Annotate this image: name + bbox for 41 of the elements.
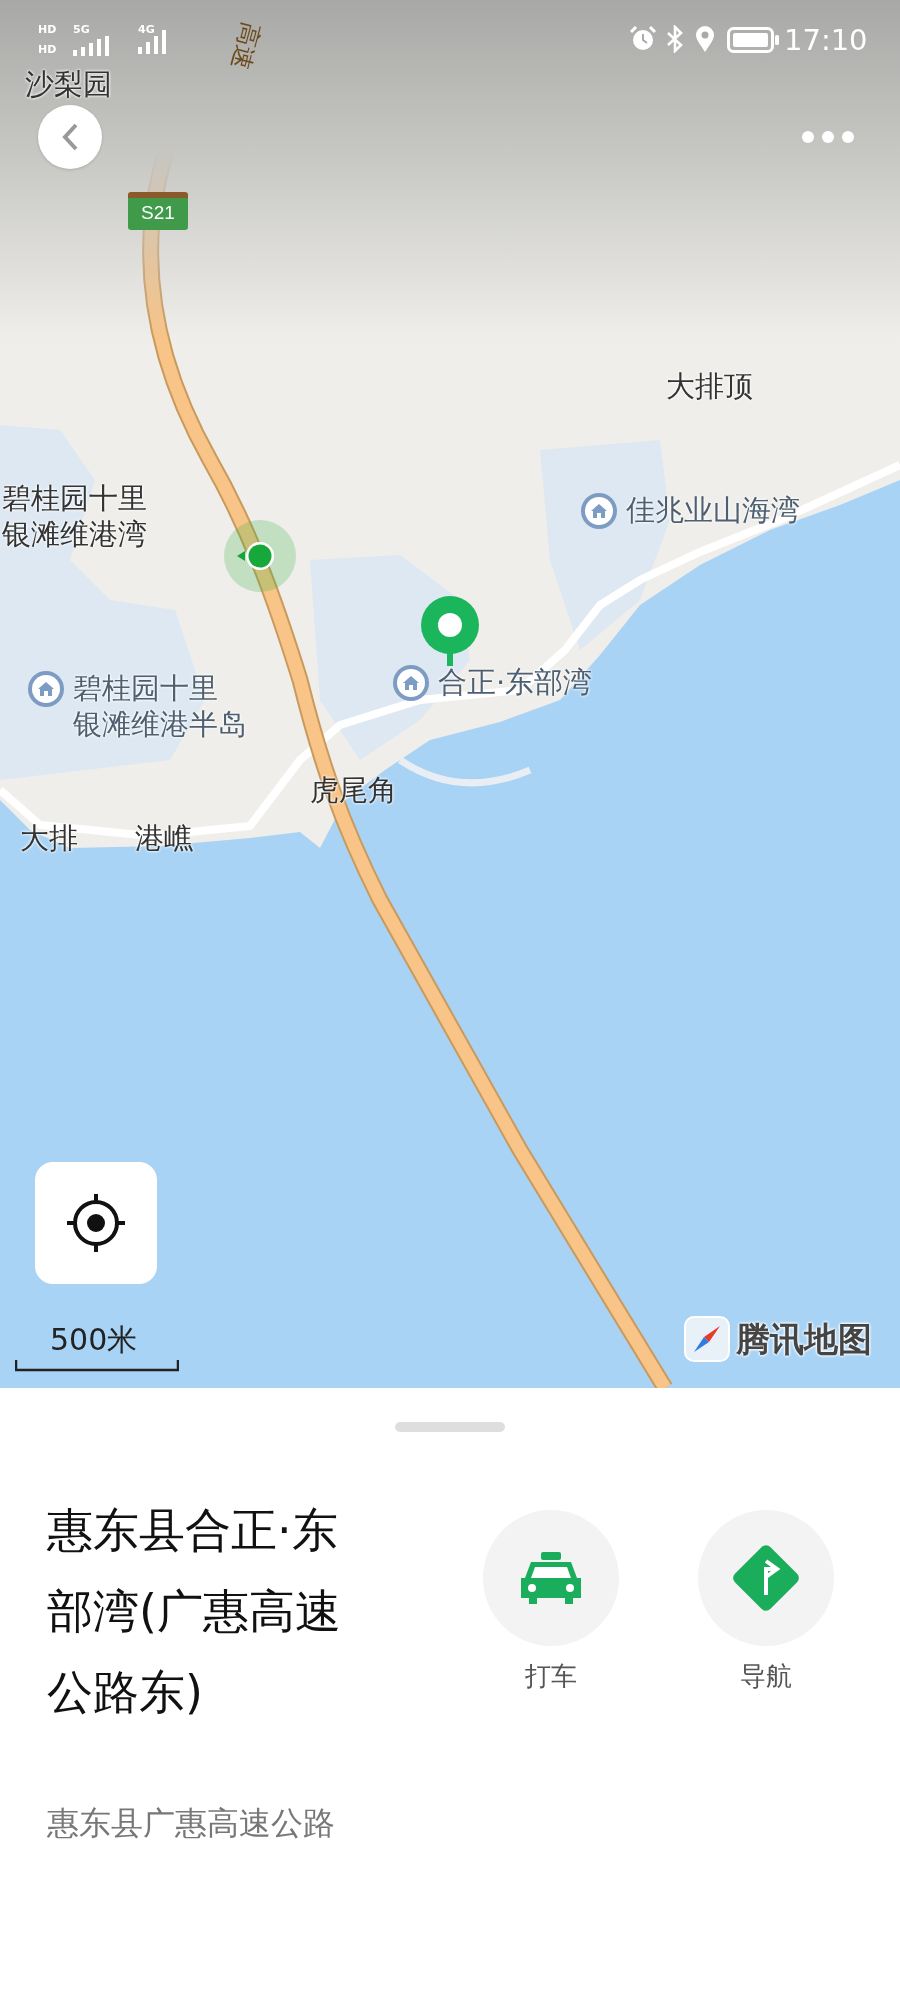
sheet-handle[interactable] bbox=[395, 1422, 505, 1432]
network-type: 4G bbox=[138, 24, 155, 36]
house-icon bbox=[392, 664, 430, 702]
map-label[interactable]: 大排顶 bbox=[666, 368, 753, 404]
sim-label: HD bbox=[38, 24, 57, 36]
bluetooth-icon bbox=[666, 25, 684, 53]
more-icon bbox=[800, 128, 856, 146]
map-label[interactable]: 佳兆业山海湾 bbox=[626, 492, 800, 528]
sim-label: HD bbox=[38, 44, 57, 56]
compass-logo-icon bbox=[684, 1316, 730, 1362]
locate-button[interactable] bbox=[35, 1162, 157, 1284]
chevron-left-icon bbox=[60, 122, 80, 152]
map-label[interactable]: 虎尾角 bbox=[310, 772, 397, 808]
map-pin-icon bbox=[419, 594, 481, 666]
road-shield: S21 bbox=[128, 192, 188, 230]
map-label[interactable]: 合正·东部湾 bbox=[438, 664, 593, 700]
map-logo-text: 腾讯地图 bbox=[736, 1318, 872, 1361]
place-title: 惠东县合正·东部湾(广惠高速公路东) bbox=[47, 1502, 342, 1721]
road-label: 高速 bbox=[225, 18, 267, 74]
navigation-button[interactable]: 导航 bbox=[698, 1510, 834, 1692]
taxi-button[interactable]: 打车 bbox=[483, 1510, 619, 1692]
map-label[interactable]: 港嶕 bbox=[135, 820, 193, 856]
taxi-icon bbox=[519, 1552, 583, 1604]
signal-icon bbox=[73, 36, 111, 56]
battery-icon bbox=[727, 27, 779, 53]
scale-label: 500米 bbox=[50, 1322, 138, 1358]
map-label[interactable]: 碧桂园十里 银滩维港半岛 bbox=[73, 670, 247, 742]
house-icon bbox=[27, 670, 65, 708]
location-icon bbox=[695, 26, 715, 52]
map-label[interactable]: 碧桂园十里 银滩维港湾 bbox=[2, 480, 147, 552]
alarm-icon bbox=[630, 26, 656, 52]
house-icon bbox=[580, 492, 618, 530]
more-button[interactable] bbox=[800, 128, 856, 146]
network-type: 5G bbox=[73, 24, 90, 36]
map-label[interactable]: 沙梨园 bbox=[25, 66, 112, 102]
status-time: 17:10 bbox=[784, 22, 868, 58]
place-address: 惠东县广惠高速公路 bbox=[47, 1803, 336, 1843]
back-button[interactable] bbox=[38, 105, 102, 169]
map-label[interactable]: 大排 bbox=[20, 820, 78, 856]
crosshair-icon bbox=[64, 1191, 128, 1255]
current-location-icon bbox=[223, 519, 297, 593]
